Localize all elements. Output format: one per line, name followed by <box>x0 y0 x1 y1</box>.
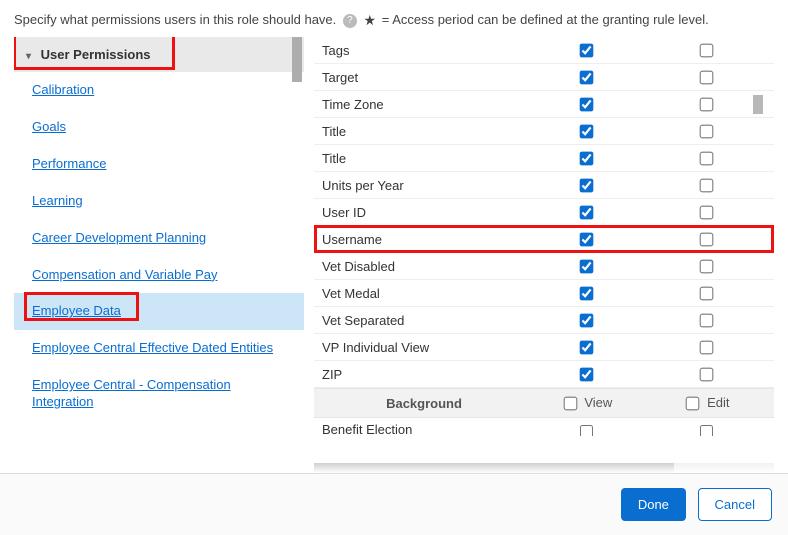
row-label: Tags <box>322 43 526 58</box>
view-checkbox[interactable] <box>580 259 594 273</box>
view-checkbox[interactable] <box>580 97 594 111</box>
sidebar: ▾ User Permissions CalibrationGoalsPerfo… <box>14 37 304 473</box>
table-row: User ID <box>314 199 774 226</box>
table-row: Time Zone <box>314 91 774 118</box>
view-checkbox[interactable] <box>580 286 594 300</box>
edit-checkbox[interactable] <box>700 313 714 327</box>
sidebar-item[interactable]: Performance <box>14 146 304 183</box>
edit-checkbox[interactable] <box>700 205 714 219</box>
view-checkbox[interactable] <box>580 178 594 192</box>
view-checkbox[interactable] <box>580 340 594 354</box>
edit-checkbox[interactable] <box>700 43 714 57</box>
table-row: Target <box>314 64 774 91</box>
view-checkbox[interactable] <box>580 70 594 84</box>
sidebar-item[interactable]: Career Development Planning <box>14 220 304 257</box>
sidebar-item[interactable]: Compensation and Variable Pay <box>14 257 304 294</box>
edit-checkbox[interactable] <box>700 232 714 246</box>
table-row: Vet Separated <box>314 307 774 334</box>
edit-checkbox[interactable] <box>700 178 714 192</box>
row-label: Units per Year <box>322 178 526 193</box>
table-row: Title <box>314 145 774 172</box>
view-checkbox[interactable] <box>580 124 594 138</box>
table-row: Benefit Election <box>314 418 774 436</box>
row-label: Title <box>322 124 526 139</box>
edit-checkbox[interactable] <box>700 151 714 165</box>
edit-checkbox[interactable] <box>700 425 713 436</box>
intro-text: Specify what permissions users in this r… <box>14 12 774 29</box>
view-checkbox[interactable] <box>580 232 594 246</box>
subheader-edit-checkbox[interactable] <box>686 396 700 410</box>
subheader-view-checkbox[interactable] <box>563 396 577 410</box>
intro-prefix: Specify what permissions users in this r… <box>14 12 336 27</box>
table-row: Username <box>314 226 774 253</box>
sidebar-item[interactable]: Employee Central Effective Dated Entitie… <box>14 330 304 367</box>
row-label: Title <box>322 151 526 166</box>
section-title: User Permissions <box>41 47 151 62</box>
table-row: Units per Year <box>314 172 774 199</box>
help-icon[interactable]: ? <box>343 14 357 28</box>
row-label: Time Zone <box>322 97 526 112</box>
row-label: Vet Medal <box>322 286 526 301</box>
intro-suffix: = Access period can be defined at the gr… <box>382 12 709 27</box>
sidebar-item[interactable]: Employee Central - Compensation Integrat… <box>14 367 304 421</box>
done-button[interactable]: Done <box>621 488 686 521</box>
subheader-edit-label: Edit <box>707 395 729 410</box>
section-header-user-permissions[interactable]: ▾ User Permissions <box>14 37 304 72</box>
chevron-down-icon: ▾ <box>26 51 31 62</box>
sidebar-item[interactable]: Learning <box>14 183 304 220</box>
permission-panel: Tags Target Time Zone Title Title Units per Y… <box>314 37 774 473</box>
edit-checkbox[interactable] <box>700 367 714 381</box>
sidebar-item[interactable]: Goals <box>14 109 304 146</box>
horizontal-scrollbar[interactable] <box>314 463 774 473</box>
subheader-background: Background View Edit <box>314 388 774 418</box>
edit-checkbox[interactable] <box>700 286 714 300</box>
table-row: Tags <box>314 37 774 64</box>
table-row: Vet Disabled <box>314 253 774 280</box>
dialog-footer: Done Cancel <box>0 473 788 535</box>
star-icon: ★ <box>364 12 377 28</box>
edit-checkbox[interactable] <box>700 259 714 273</box>
edit-checkbox[interactable] <box>700 340 714 354</box>
sidebar-item[interactable]: Employee Data <box>14 293 304 330</box>
view-checkbox[interactable] <box>580 425 593 436</box>
view-checkbox[interactable] <box>580 205 594 219</box>
row-label: Username <box>322 232 526 247</box>
row-label: Vet Separated <box>322 313 526 328</box>
sidebar-scroll-thumb[interactable] <box>292 37 302 82</box>
edit-checkbox[interactable] <box>700 97 714 111</box>
edit-checkbox[interactable] <box>700 124 714 138</box>
row-label: Vet Disabled <box>322 259 526 274</box>
table-row: ZIP <box>314 361 774 388</box>
table-row: Title <box>314 118 774 145</box>
sidebar-scrollbar[interactable] <box>292 37 302 473</box>
subheader-view-label: View <box>584 395 612 410</box>
view-checkbox[interactable] <box>580 151 594 165</box>
view-checkbox[interactable] <box>580 43 594 57</box>
subheader-title: Background <box>322 396 526 411</box>
scroll-cue <box>753 95 763 114</box>
table-row: Vet Medal <box>314 280 774 307</box>
sidebar-item[interactable]: Calibration <box>14 72 304 109</box>
row-label: User ID <box>322 205 526 220</box>
row-label: ZIP <box>322 367 526 382</box>
row-label: Target <box>322 70 526 85</box>
horizontal-scroll-thumb[interactable] <box>314 463 674 473</box>
view-checkbox[interactable] <box>580 367 594 381</box>
edit-checkbox[interactable] <box>700 70 714 84</box>
table-row: VP Individual View <box>314 334 774 361</box>
cancel-button[interactable]: Cancel <box>698 488 772 521</box>
row-label: Benefit Election <box>322 422 526 436</box>
row-label: VP Individual View <box>322 340 526 355</box>
view-checkbox[interactable] <box>580 313 594 327</box>
